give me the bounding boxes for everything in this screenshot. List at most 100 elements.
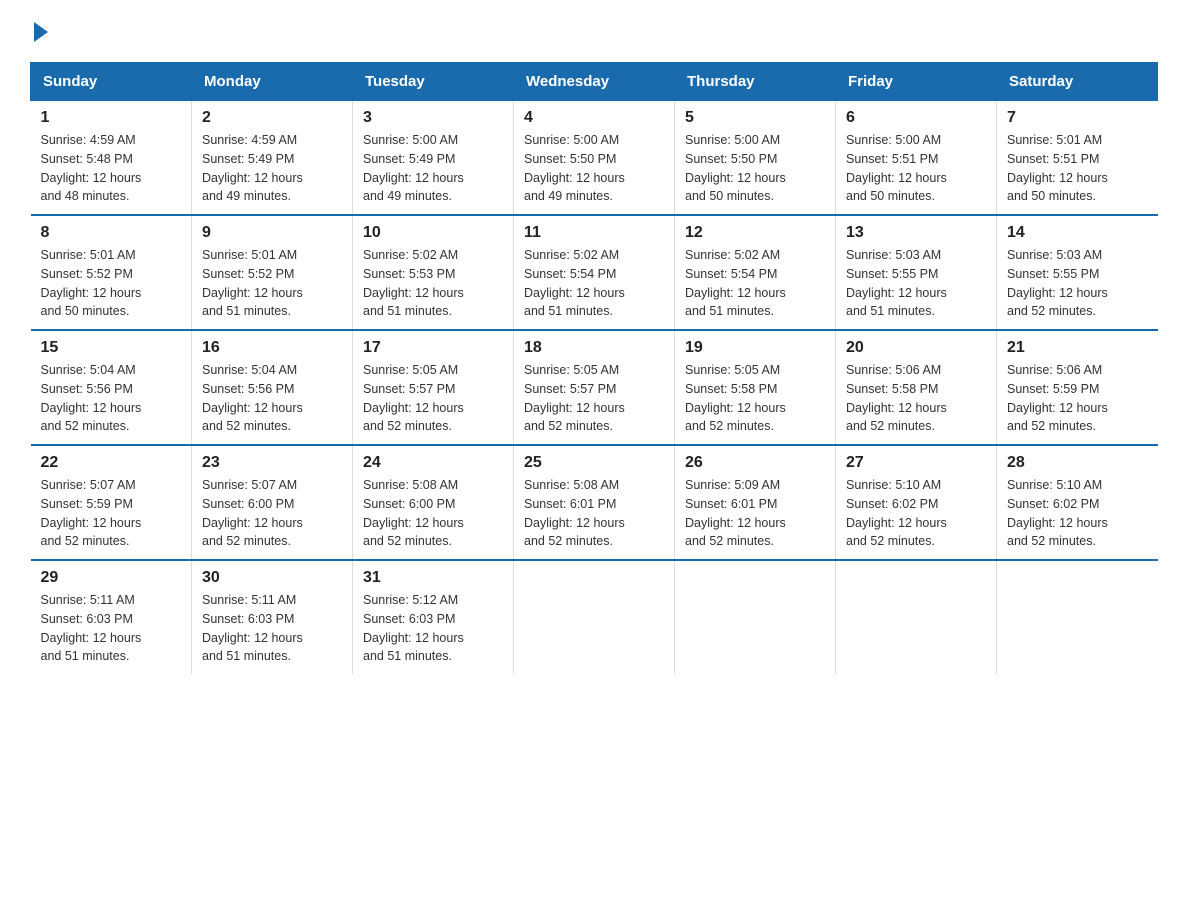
calendar-cell: 19 Sunrise: 5:05 AM Sunset: 5:58 PM Dayli… (675, 330, 836, 445)
day-number: 10 (363, 224, 503, 242)
day-number: 14 (1007, 224, 1148, 242)
calendar-cell: 24 Sunrise: 5:08 AM Sunset: 6:00 PM Dayli… (353, 445, 514, 560)
calendar-cell: 8 Sunrise: 5:01 AM Sunset: 5:52 PM Daylig… (31, 215, 192, 330)
day-info: Sunrise: 5:00 AM Sunset: 5:49 PM Dayligh… (363, 131, 503, 206)
day-number: 9 (202, 224, 342, 242)
calendar-cell: 1 Sunrise: 4:59 AM Sunset: 5:48 PM Daylig… (31, 101, 192, 216)
day-info: Sunrise: 5:00 AM Sunset: 5:50 PM Dayligh… (685, 131, 825, 206)
day-info: Sunrise: 5:10 AM Sunset: 6:02 PM Dayligh… (1007, 476, 1148, 551)
day-number: 29 (41, 569, 182, 587)
day-info: Sunrise: 5:07 AM Sunset: 6:00 PM Dayligh… (202, 476, 342, 551)
calendar-cell: 4 Sunrise: 5:00 AM Sunset: 5:50 PM Daylig… (514, 101, 675, 216)
day-number: 15 (41, 339, 182, 357)
calendar-cell: 30 Sunrise: 5:11 AM Sunset: 6:03 PM Dayli… (192, 560, 353, 674)
day-number: 8 (41, 224, 182, 242)
day-number: 19 (685, 339, 825, 357)
day-number: 7 (1007, 109, 1148, 127)
day-info: Sunrise: 4:59 AM Sunset: 5:48 PM Dayligh… (41, 131, 182, 206)
day-number: 23 (202, 454, 342, 472)
page-header (30, 20, 1158, 42)
day-number: 28 (1007, 454, 1148, 472)
calendar-cell: 26 Sunrise: 5:09 AM Sunset: 6:01 PM Dayli… (675, 445, 836, 560)
calendar-cell: 16 Sunrise: 5:04 AM Sunset: 5:56 PM Dayli… (192, 330, 353, 445)
day-number: 4 (524, 109, 664, 127)
calendar-cell (997, 560, 1158, 674)
day-info: Sunrise: 5:04 AM Sunset: 5:56 PM Dayligh… (41, 361, 182, 436)
day-info: Sunrise: 5:05 AM Sunset: 5:57 PM Dayligh… (363, 361, 503, 436)
day-number: 22 (41, 454, 182, 472)
weekday-header-row: SundayMondayTuesdayWednesdayThursdayFrid… (31, 63, 1158, 101)
calendar-cell: 15 Sunrise: 5:04 AM Sunset: 5:56 PM Dayli… (31, 330, 192, 445)
weekday-header-tuesday: Tuesday (353, 63, 514, 101)
day-info: Sunrise: 5:09 AM Sunset: 6:01 PM Dayligh… (685, 476, 825, 551)
day-number: 31 (363, 569, 503, 587)
day-info: Sunrise: 5:11 AM Sunset: 6:03 PM Dayligh… (202, 591, 342, 666)
day-info: Sunrise: 5:02 AM Sunset: 5:54 PM Dayligh… (685, 246, 825, 321)
weekday-header-thursday: Thursday (675, 63, 836, 101)
day-info: Sunrise: 5:00 AM Sunset: 5:51 PM Dayligh… (846, 131, 986, 206)
calendar-cell (836, 560, 997, 674)
day-number: 16 (202, 339, 342, 357)
day-number: 21 (1007, 339, 1148, 357)
calendar-week-row: 15 Sunrise: 5:04 AM Sunset: 5:56 PM Dayli… (31, 330, 1158, 445)
calendar-cell: 31 Sunrise: 5:12 AM Sunset: 6:03 PM Dayli… (353, 560, 514, 674)
day-info: Sunrise: 5:03 AM Sunset: 5:55 PM Dayligh… (846, 246, 986, 321)
day-number: 11 (524, 224, 664, 242)
day-number: 24 (363, 454, 503, 472)
calendar-cell: 17Sunrise: 5:05 AM Sunset: 5:57 PM Dayli… (353, 330, 514, 445)
calendar-cell: 21 Sunrise: 5:06 AM Sunset: 5:59 PM Dayli… (997, 330, 1158, 445)
calendar-cell: 23 Sunrise: 5:07 AM Sunset: 6:00 PM Dayli… (192, 445, 353, 560)
day-info: Sunrise: 5:00 AM Sunset: 5:50 PM Dayligh… (524, 131, 664, 206)
day-number: 1 (41, 109, 182, 127)
day-info: Sunrise: 5:06 AM Sunset: 5:59 PM Dayligh… (1007, 361, 1148, 436)
calendar-cell: 29 Sunrise: 5:11 AM Sunset: 6:03 PM Dayli… (31, 560, 192, 674)
calendar-cell: 9 Sunrise: 5:01 AM Sunset: 5:52 PM Daylig… (192, 215, 353, 330)
day-info: Sunrise: 5:02 AM Sunset: 5:54 PM Dayligh… (524, 246, 664, 321)
calendar-cell: 6 Sunrise: 5:00 AM Sunset: 5:51 PM Daylig… (836, 101, 997, 216)
calendar-week-row: 8 Sunrise: 5:01 AM Sunset: 5:52 PM Daylig… (31, 215, 1158, 330)
calendar-cell: 5 Sunrise: 5:00 AM Sunset: 5:50 PM Daylig… (675, 101, 836, 216)
day-info: Sunrise: 5:01 AM Sunset: 5:52 PM Dayligh… (202, 246, 342, 321)
day-number: 12 (685, 224, 825, 242)
day-info: Sunrise: 5:11 AM Sunset: 6:03 PM Dayligh… (41, 591, 182, 666)
weekday-header-sunday: Sunday (31, 63, 192, 101)
day-info: Sunrise: 5:04 AM Sunset: 5:56 PM Dayligh… (202, 361, 342, 436)
calendar-cell: 18 Sunrise: 5:05 AM Sunset: 5:57 PM Dayli… (514, 330, 675, 445)
day-number: 27 (846, 454, 986, 472)
calendar-cell: 3 Sunrise: 5:00 AM Sunset: 5:49 PM Daylig… (353, 101, 514, 216)
day-info: Sunrise: 5:10 AM Sunset: 6:02 PM Dayligh… (846, 476, 986, 551)
calendar-cell: 28 Sunrise: 5:10 AM Sunset: 6:02 PM Dayli… (997, 445, 1158, 560)
calendar-cell: 10Sunrise: 5:02 AM Sunset: 5:53 PM Dayli… (353, 215, 514, 330)
day-info: Sunrise: 5:08 AM Sunset: 6:00 PM Dayligh… (363, 476, 503, 551)
calendar-cell: 20Sunrise: 5:06 AM Sunset: 5:58 PM Dayli… (836, 330, 997, 445)
day-number: 2 (202, 109, 342, 127)
day-number: 6 (846, 109, 986, 127)
day-number: 5 (685, 109, 825, 127)
logo (30, 20, 48, 42)
calendar-cell: 27 Sunrise: 5:10 AM Sunset: 6:02 PM Dayli… (836, 445, 997, 560)
calendar-cell: 13 Sunrise: 5:03 AM Sunset: 5:55 PM Dayli… (836, 215, 997, 330)
day-info: Sunrise: 5:01 AM Sunset: 5:52 PM Dayligh… (41, 246, 182, 321)
day-info: Sunrise: 5:05 AM Sunset: 5:58 PM Dayligh… (685, 361, 825, 436)
calendar-cell (675, 560, 836, 674)
day-info: Sunrise: 4:59 AM Sunset: 5:49 PM Dayligh… (202, 131, 342, 206)
day-number: 30 (202, 569, 342, 587)
weekday-header-friday: Friday (836, 63, 997, 101)
day-number: 25 (524, 454, 664, 472)
day-info: Sunrise: 5:06 AM Sunset: 5:58 PM Dayligh… (846, 361, 986, 436)
calendar-cell: 7Sunrise: 5:01 AM Sunset: 5:51 PM Daylig… (997, 101, 1158, 216)
calendar-cell: 11 Sunrise: 5:02 AM Sunset: 5:54 PM Dayli… (514, 215, 675, 330)
weekday-header-wednesday: Wednesday (514, 63, 675, 101)
calendar-week-row: 1 Sunrise: 4:59 AM Sunset: 5:48 PM Daylig… (31, 101, 1158, 216)
weekday-header-saturday: Saturday (997, 63, 1158, 101)
day-info: Sunrise: 5:03 AM Sunset: 5:55 PM Dayligh… (1007, 246, 1148, 321)
calendar-header: SundayMondayTuesdayWednesdayThursdayFrid… (31, 63, 1158, 101)
calendar-body: 1 Sunrise: 4:59 AM Sunset: 5:48 PM Daylig… (31, 101, 1158, 675)
day-number: 18 (524, 339, 664, 357)
calendar-cell: 25Sunrise: 5:08 AM Sunset: 6:01 PM Dayli… (514, 445, 675, 560)
day-number: 3 (363, 109, 503, 127)
day-number: 13 (846, 224, 986, 242)
day-info: Sunrise: 5:05 AM Sunset: 5:57 PM Dayligh… (524, 361, 664, 436)
day-number: 26 (685, 454, 825, 472)
day-info: Sunrise: 5:12 AM Sunset: 6:03 PM Dayligh… (363, 591, 503, 666)
